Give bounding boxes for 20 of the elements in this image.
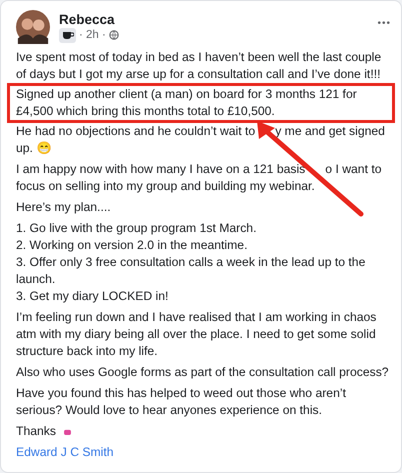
post-text: Have you found this has helped to weed out those who aren’t serious? Would love to hear anyones experience on this. [16,385,347,419]
globe-icon [108,30,119,40]
purse-icon [64,428,71,434]
post-text: 1. Go live with the group program 1st March. [16,220,258,237]
post-text: Thanks [16,423,56,440]
avatar[interactable] [16,10,50,44]
post-text: Ive spent most of today in bed as I haven’t been well the last couple of days but I got my arse up for a consultation call and I’ve done it!!! [16,49,382,83]
post-text: I am happy now with how many I have on a 121 basis o I want to focus on selling into my group and building my webinar. [16,161,383,195]
post-text: Also who uses Google forms as part of the consultation call process? [16,364,390,381]
tagged-name-link[interactable]: Edward J C Smith [16,444,391,461]
post-text: 3. Get my diary LOCKED in! [16,288,170,305]
highlighted-text: Signed up another client (a man) on board for 3 months 121 for £4,500 which bring this months total to £10,500. [7,83,395,123]
post-text: 2. Working on version 2.0 in the meantime. [16,237,248,254]
author-name[interactable]: Rebecca [59,12,368,26]
more-options-button[interactable]: ••• [377,18,391,29]
post-text: Here’s my plan.... [16,199,112,216]
cup-icon [59,28,76,42]
post-time[interactable]: · 2h · [79,29,106,41]
post-text: I’m feeling run down and I have realised that I am working in chaos atm with my diary being all over the place. I need to get some solid structure back into my life. [16,309,378,360]
post-text: 3. Offer only 3 free consultation calls a week in the lead up to the launch. [16,254,366,288]
